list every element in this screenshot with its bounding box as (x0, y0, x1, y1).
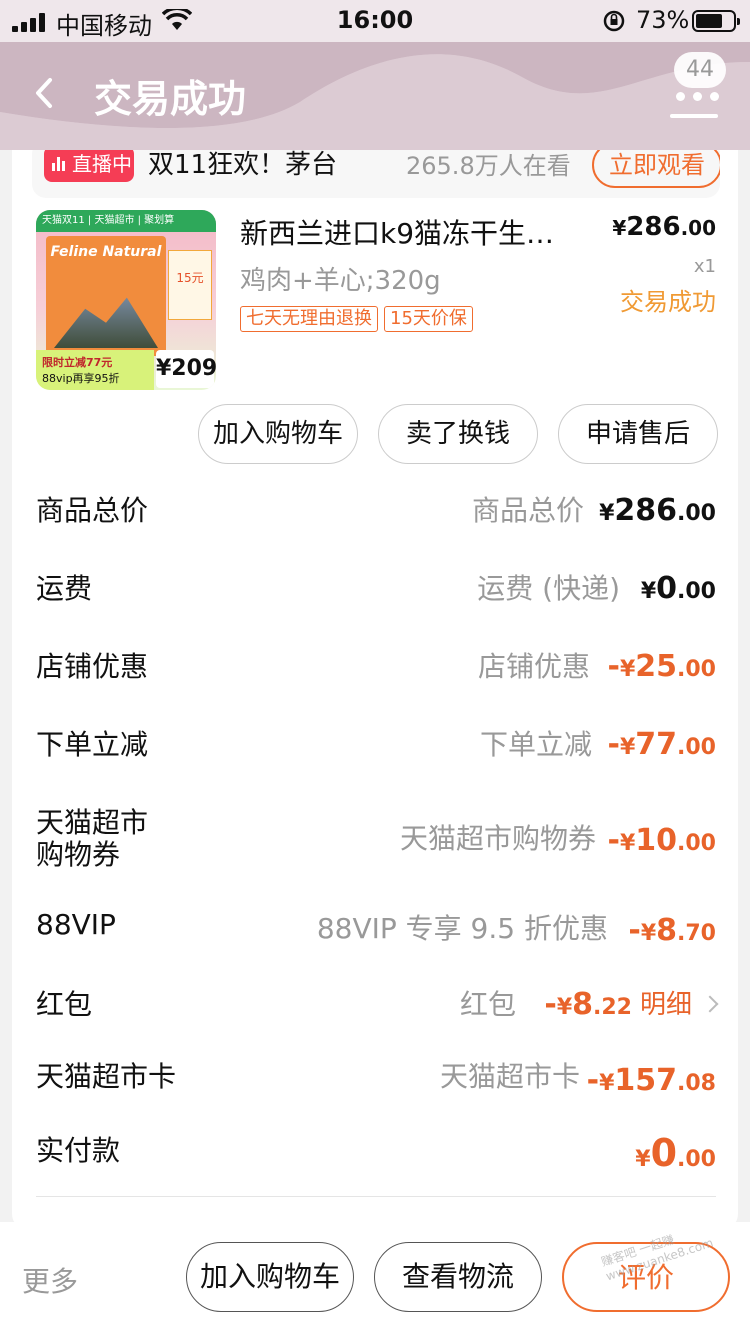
row-amount: -¥77.00 (607, 727, 717, 762)
row-amount: -¥8.70 (628, 913, 716, 948)
product-quantity: x1 (693, 256, 716, 277)
price-row-supermarket-coupon: 天猫超市 购物券 天猫超市购物券 -¥10.00 (36, 806, 716, 876)
nav-header: 交易成功 44 (0, 42, 750, 150)
review-button[interactable]: 评价 (562, 1242, 730, 1312)
row-amount: -¥157.08 (586, 1063, 716, 1098)
red-packet-detail-link[interactable]: 明细 (640, 988, 719, 1022)
add-to-cart-button[interactable]: 加入购物车 (198, 404, 358, 464)
order-status: 交易成功 (620, 288, 716, 316)
after-sales-button[interactable]: 申请售后 (558, 404, 718, 464)
thumbnail-price: ¥209 (156, 350, 216, 388)
price-decimal: .00 (680, 216, 716, 240)
chevron-right-icon (701, 995, 719, 1013)
service-tag: 七天无理由退换 (240, 306, 378, 332)
row-label: 店铺优惠 (36, 650, 149, 683)
row-amount: -¥25.00 (607, 649, 717, 684)
status-bar: 中国移动 16:00 73% (0, 0, 750, 42)
row-sublabel: 天猫超市购物券 (399, 822, 596, 855)
row-amount: -¥10.00 (607, 823, 717, 858)
row-sublabel: 商品总价 (471, 494, 584, 527)
row-amount: -¥8.22 (544, 987, 632, 1022)
product-price: ¥286.00 (610, 212, 716, 242)
row-label: 运费 (36, 572, 93, 605)
rotation-lock-icon (603, 10, 625, 32)
live-bars-icon (52, 157, 66, 171)
row-sublabel: 红包 (459, 988, 516, 1021)
thumbnail-offer-line1: 限时立减77元 (42, 356, 113, 369)
page-title: 交易成功 (94, 77, 247, 121)
thumbnail-brand: Feline Natural (50, 244, 162, 260)
row-amount: ¥286.00 (599, 493, 716, 528)
row-label-line2: 购物券 (36, 838, 121, 871)
row-label: 红包 (36, 988, 93, 1021)
header-underline (670, 114, 718, 118)
row-sublabel: 店铺优惠 (477, 650, 590, 683)
thumbnail-offer-line2: 88vip再享95折 (42, 372, 120, 385)
live-badge-label: 直播中 (72, 152, 132, 176)
live-badge: 直播中 (44, 146, 134, 182)
divider (36, 1196, 716, 1197)
row-sublabel: 运费 (快递) (477, 572, 620, 605)
sell-item-button[interactable]: 卖了换钱 (378, 404, 538, 464)
service-tags: 七天无理由退换 15天价保 (240, 306, 479, 332)
battery-icon (692, 10, 740, 32)
product-thumbnail[interactable]: 天猫双11 | 天猫超市 | 聚划算 Feline Natural 15元 限时… (36, 210, 216, 390)
message-count-badge[interactable]: 44 (674, 52, 726, 88)
row-amount: ¥0.00 (635, 1131, 716, 1175)
row-label: 天猫超市 (36, 806, 149, 839)
price-currency: ¥ (612, 216, 627, 240)
row-label: 下单立减 (36, 728, 149, 761)
product-name[interactable]: 新西兰进口k9猫冻干生… (240, 212, 580, 252)
row-label: 实付款 (36, 1134, 121, 1167)
item-actions: 加入购物车 卖了换钱 申请售后 (198, 404, 718, 464)
more-link[interactable]: 更多 (22, 1260, 78, 1300)
row-label: 商品总价 (36, 494, 149, 527)
live-viewer-count: 265.8万人在看 (406, 152, 571, 180)
view-logistics-button[interactable]: 查看物流 (374, 1242, 542, 1312)
thumbnail-banner: 天猫双11 | 天猫超市 | 聚划算 (36, 210, 216, 232)
row-sublabel: 天猫超市卡 (439, 1060, 580, 1093)
order-card: 直播中 双11狂欢！茅台 265.8万人在看 立即观看 天猫双11 | 天猫超市… (12, 120, 738, 1230)
bottom-action-bar: 更多 加入购物车 查看物流 评价 (0, 1222, 750, 1334)
thumbnail-coupon: 15元 (168, 250, 212, 320)
service-tag: 15天价保 (384, 306, 473, 332)
row-sublabel: 下单立减 (479, 728, 592, 761)
row-label: 88VIP (36, 908, 116, 941)
battery-percent: 73% (636, 6, 690, 34)
row-sublabel: 88VIP 专享 9.5 折优惠 (316, 912, 608, 945)
row-amount: ¥0.00 (640, 571, 716, 606)
product-package-image: Feline Natural (46, 236, 166, 356)
back-icon[interactable] (28, 68, 68, 118)
add-to-cart-button-bottom[interactable]: 加入购物车 (186, 1242, 354, 1312)
mountain-graphic (54, 297, 158, 348)
thumbnail-offer: 限时立减77元 88vip再享95折 (36, 350, 154, 390)
more-options-icon[interactable] (674, 92, 722, 102)
product-spec: 鸡肉+羊心;320g (240, 266, 441, 296)
price-integer: 286 (626, 212, 681, 242)
row-label: 天猫超市卡 (36, 1060, 177, 1093)
